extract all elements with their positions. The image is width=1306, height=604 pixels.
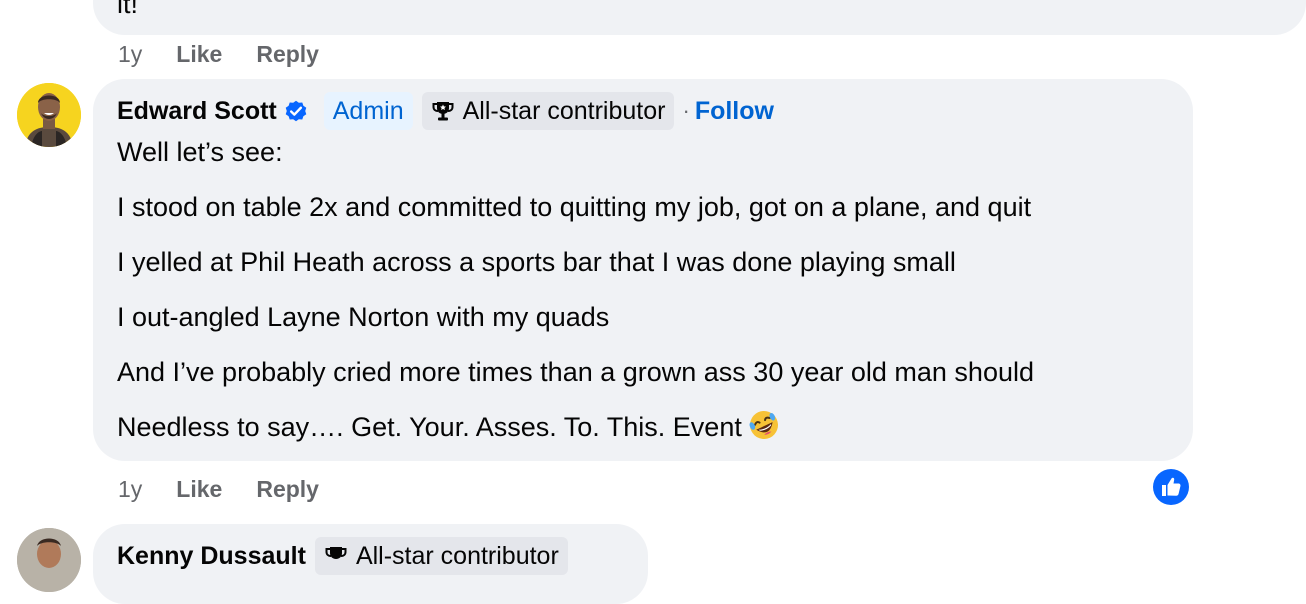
separator-dot: · [682, 98, 690, 123]
trophy-icon [325, 547, 347, 559]
next-comment-bubble: Kenny Dussault All-star contributor [93, 524, 648, 604]
comment-bubble: Edward Scott Admin All-star contributor … [93, 79, 1193, 461]
comment-timestamp[interactable]: 1y [118, 41, 142, 68]
reply-button[interactable]: Reply [256, 476, 319, 503]
comment-timestamp[interactable]: 1y [118, 476, 142, 503]
allstar-badge-label: All-star contributor [462, 96, 666, 125]
comment-line: I out-angled Layne Norton with my quads [117, 302, 610, 332]
follow-button[interactable]: Follow [695, 97, 774, 126]
like-reaction-icon[interactable] [1152, 468, 1190, 506]
avatar[interactable] [17, 83, 81, 147]
next-comment-header: Kenny Dussault All-star contributor [117, 537, 568, 575]
comment-line: Well let’s see: [117, 137, 283, 167]
like-button[interactable]: Like [176, 476, 222, 503]
comment-last-line: Needless to say…. Get. Your. Asses. To. … [117, 408, 1034, 446]
comment-line: Needless to say…. Get. Your. Asses. To. … [117, 412, 742, 442]
avatar-photo [17, 83, 81, 147]
comment-header: Edward Scott Admin All-star contributor … [117, 91, 774, 131]
author-name[interactable]: Edward Scott [117, 97, 277, 126]
comment-actions: 1y Like Reply [118, 474, 353, 504]
author-name[interactable]: Kenny Dussault [117, 542, 306, 571]
comment-body: Well let’s see: I stood on table 2x and … [117, 133, 1034, 463]
admin-badge[interactable]: Admin [323, 92, 413, 130]
allstar-badge-label: All-star contributor [355, 541, 559, 570]
previous-comment-text: it! [117, 0, 139, 19]
allstar-contributor-badge[interactable]: All-star contributor [314, 537, 568, 575]
comment-line: And I’ve probably cried more times than … [117, 357, 1034, 387]
comment-line: I stood on table 2x and committed to qui… [117, 192, 1032, 222]
verified-badge-icon [285, 100, 307, 122]
trophy-icon [432, 102, 454, 121]
allstar-contributor-badge[interactable]: All-star contributor [421, 92, 675, 130]
previous-comment-actions: 1y Like Reply [118, 39, 353, 69]
comment-line: I yelled at Phil Heath across a sports b… [117, 247, 956, 277]
like-button[interactable]: Like [176, 41, 222, 68]
reply-button[interactable]: Reply [256, 41, 319, 68]
rolling-on-floor-laughing-emoji-icon [749, 411, 778, 439]
avatar-photo [17, 528, 81, 592]
avatar[interactable] [17, 528, 81, 592]
previous-comment-bubble: it! [93, 0, 1306, 35]
